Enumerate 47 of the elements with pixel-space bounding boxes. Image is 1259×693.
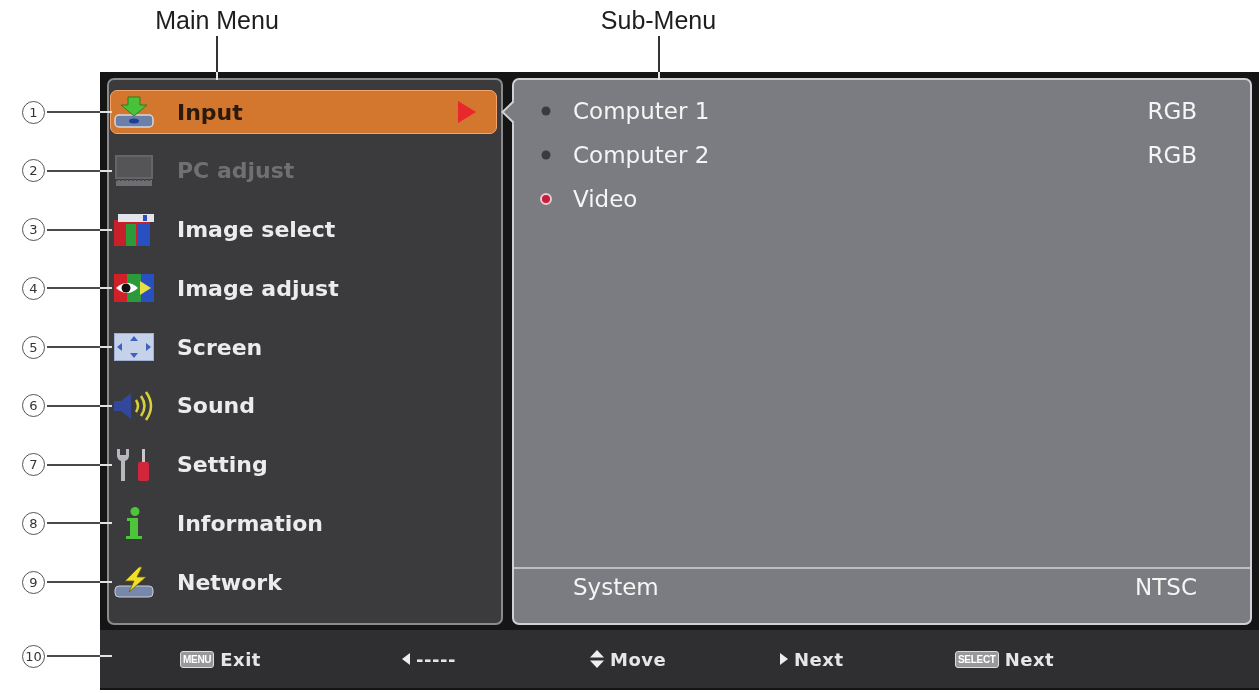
signal-type-value: RGB	[1147, 98, 1197, 124]
callout-number: 7	[22, 453, 45, 476]
callout-number: 5	[22, 335, 45, 359]
hint-label: Move	[610, 648, 667, 670]
callout-number: 8	[22, 511, 45, 535]
menu-item[interactable]: Information	[110, 501, 497, 546]
monitor-icon	[113, 154, 155, 187]
sub-menu-item[interactable]: Video	[514, 177, 1250, 221]
menu-item[interactable]: Image adjust	[110, 266, 497, 311]
speaker-icon	[114, 389, 154, 422]
remote-key-label: SELECT	[955, 650, 999, 668]
color-bars-icon	[114, 213, 154, 246]
submenu-arrow-icon	[458, 101, 476, 123]
callout-number: 10	[22, 644, 45, 668]
signal-type-value: RGB	[1147, 142, 1197, 168]
menu-item[interactable]: Screen	[110, 325, 497, 369]
callout-number: 1	[22, 100, 45, 124]
hint-label: Next	[1004, 648, 1055, 670]
callout-number: 6	[22, 394, 45, 418]
menu-item[interactable]: Image select	[110, 207, 497, 252]
remote-key-label: MENU	[180, 650, 215, 668]
download-tray-icon	[113, 96, 155, 128]
system-menu-item[interactable]: System NTSC	[514, 567, 1250, 623]
left-arrow-icon	[402, 653, 410, 665]
menu-item[interactable]: Sound	[110, 383, 497, 428]
menu-item[interactable]: Input	[110, 90, 497, 134]
right-arrow-icon	[780, 653, 788, 665]
sub-menu-item[interactable]: Computer 1 RGB	[514, 89, 1250, 133]
bolt-tray-icon	[114, 566, 154, 598]
up-down-arrow-icon	[590, 650, 604, 668]
menu-item[interactable]: Setting	[110, 442, 497, 487]
callout-label: Sub-Menu	[600, 6, 717, 34]
callout-number: 2	[22, 159, 45, 183]
callout-number: 3	[22, 218, 45, 241]
menu-item[interactable]: Network	[110, 560, 497, 604]
callout-number: 9	[22, 570, 45, 594]
callout-number: 4	[22, 276, 45, 300]
info-icon	[126, 507, 142, 540]
hint-label: Next	[794, 648, 844, 670]
tools-icon	[117, 448, 151, 481]
screen-arrows-icon	[114, 333, 154, 361]
callout-label: Main Menu	[155, 6, 279, 34]
hint-label: Exit	[220, 648, 261, 670]
system-value: NTSC	[1135, 574, 1197, 600]
color-eye-icon	[114, 274, 154, 303]
hint-label: -----	[416, 648, 456, 670]
sub-menu-item[interactable]: Computer 2 RGB	[514, 133, 1250, 177]
